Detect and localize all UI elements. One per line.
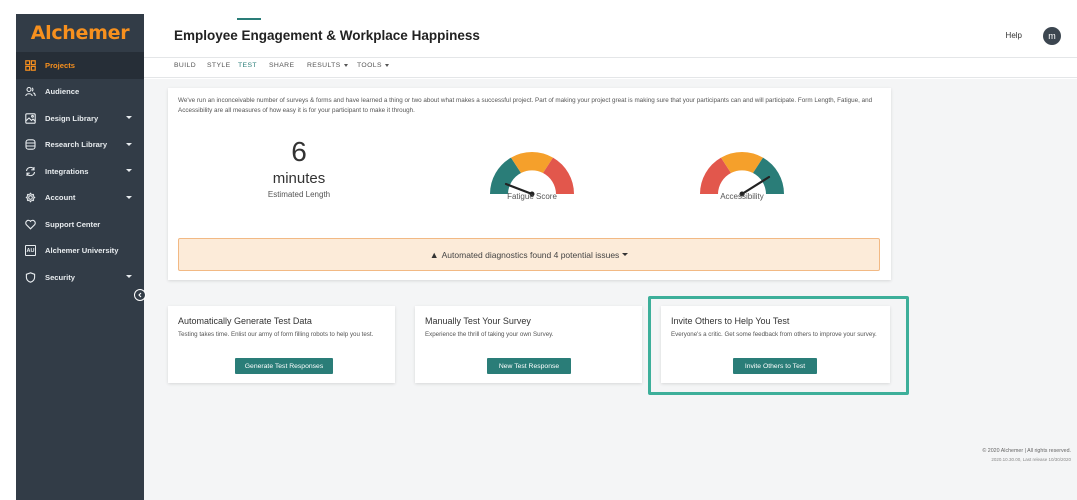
chevron-down-icon	[384, 63, 389, 67]
chevron-down-icon	[126, 195, 132, 199]
shield-icon	[25, 271, 36, 283]
tab-results-label: RESULTS	[307, 62, 341, 69]
refresh-icon	[25, 166, 36, 177]
gear-icon	[25, 192, 36, 203]
collapse-sidebar-button[interactable]	[134, 289, 146, 301]
chevron-down-icon	[126, 169, 132, 172]
tab-tools[interactable]: TOOLS	[357, 62, 389, 69]
tab-share[interactable]: SHARE	[269, 62, 294, 69]
diagnostics-banner[interactable]: ▲ Automated diagnostics found 4 potentia…	[178, 238, 880, 271]
diagnostics-banner-text: Automated diagnostics found 4 potential …	[441, 249, 620, 260]
au-icon: AU	[25, 245, 36, 257]
chevron-down-icon	[126, 116, 132, 119]
sidebar-item-label: Audience	[45, 87, 80, 97]
card-title: Manually Test Your Survey	[425, 316, 531, 326]
estimated-length-value: 6	[291, 136, 307, 167]
sidebar-item-label: Security	[45, 272, 75, 282]
chevron-down-icon	[126, 275, 132, 278]
card-description: Testing takes time. Enlist our army of f…	[178, 331, 374, 338]
heart-icon	[25, 219, 36, 230]
sidebar-item-label: Alchemer University	[45, 246, 119, 256]
database-icon	[25, 139, 36, 150]
highlight-box	[648, 296, 909, 395]
tab-results[interactable]: RESULTS	[307, 62, 348, 69]
release-text: 2020.10.30.00, Last release 10/30/2020	[991, 457, 1071, 462]
sidebar-item-projects[interactable]: Projects	[16, 52, 144, 79]
sidebar-item-integrations[interactable]: Integrations	[16, 158, 144, 185]
card-title: Automatically Generate Test Data	[178, 316, 312, 326]
grid-icon	[25, 59, 36, 71]
generate-test-data-card: Automatically Generate Test Data Testing…	[168, 306, 395, 383]
card-description: Experience the thrill of taking your own…	[425, 331, 554, 338]
diagnostics-card: We've run an inconceivable number of sur…	[168, 88, 891, 280]
fatigue-score-label: Fatigue Score	[507, 192, 557, 201]
alchemer-logo[interactable]: Alchemer	[16, 14, 144, 52]
sidebar-item-audience[interactable]: Audience	[16, 79, 144, 106]
project-tabs: BUILD STYLE TEST SHARE RESULTS TOOLS	[144, 58, 1077, 78]
copyright-text: © 2020 Alchemer | All rights reserved.	[982, 448, 1071, 454]
active-tab-indicator	[237, 18, 261, 20]
accessibility-label: Accessibility	[720, 192, 764, 201]
tab-style[interactable]: STYLE	[207, 62, 231, 69]
chevron-left-icon	[138, 292, 142, 298]
estimated-length-label: Estimated Length	[267, 190, 331, 199]
sidebar-item-design-library[interactable]: Design Library	[16, 105, 144, 132]
sidebar-item-label: Support Center	[45, 219, 101, 229]
sidebar-item-support-center[interactable]: Support Center	[16, 211, 144, 238]
chevron-down-icon	[622, 253, 629, 256]
chevron-down-icon	[343, 63, 348, 67]
sidebar-item-alchemer-university[interactable]: AU Alchemer University	[16, 238, 144, 265]
help-link[interactable]: Help	[1006, 31, 1022, 40]
sidebar-item-label: Account	[45, 193, 76, 203]
avatar[interactable]: m	[1043, 27, 1061, 45]
new-test-response-button[interactable]: New Test Response	[487, 358, 571, 374]
tab-test[interactable]: TEST	[238, 62, 257, 69]
warning-icon: ▲	[429, 249, 439, 260]
sidebar-item-research-library[interactable]: Research Library	[16, 132, 144, 159]
tab-build[interactable]: BUILD	[174, 62, 196, 69]
header: Employee Engagement & Workplace Happines…	[144, 14, 1077, 58]
sidebar-item-security[interactable]: Security	[16, 264, 144, 291]
image-icon	[25, 113, 36, 124]
sidebar-item-label: Research Library	[45, 140, 108, 150]
manual-test-card: Manually Test Your Survey Experience the…	[415, 306, 642, 383]
chevron-down-icon	[126, 142, 132, 146]
generate-test-responses-button[interactable]: Generate Test Responses	[235, 358, 333, 374]
sidebar-item-label: Integrations	[45, 166, 89, 176]
sidebar-item-label: Design Library	[45, 113, 99, 123]
users-icon	[25, 86, 36, 97]
intro-text: We've run an inconceivable number of sur…	[178, 97, 873, 114]
sidebar-item-label: Projects	[45, 60, 75, 70]
page-title: Employee Engagement & Workplace Happines…	[174, 28, 480, 43]
sidebar-item-account[interactable]: Account	[16, 185, 144, 212]
tab-tools-label: TOOLS	[357, 62, 382, 69]
sidebar: Alchemer Projects Audience Design Librar…	[16, 14, 144, 500]
estimated-length-unit: minutes	[272, 170, 326, 187]
